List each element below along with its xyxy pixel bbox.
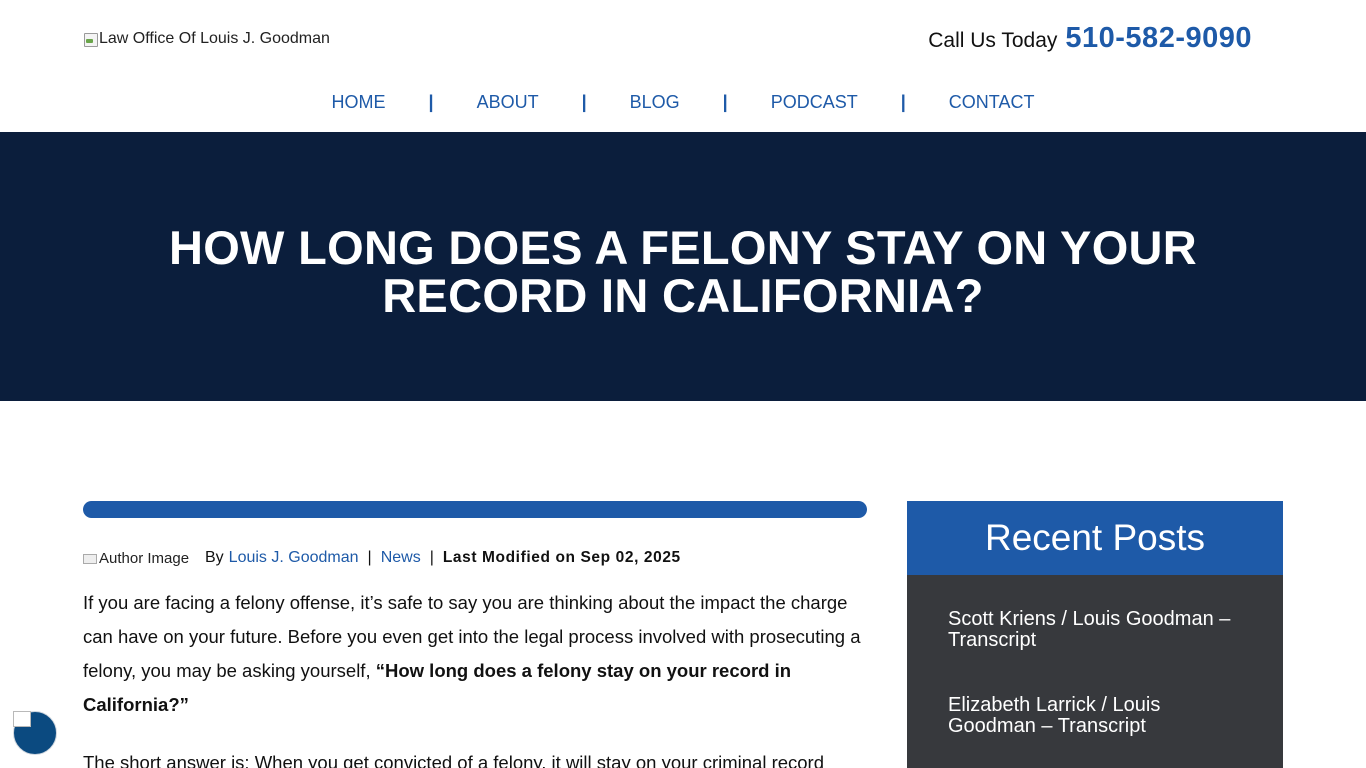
meta-separator: | xyxy=(367,549,372,566)
article: Author Image By Louis J. Goodman | News … xyxy=(83,501,867,768)
nav-separator: | xyxy=(428,91,434,112)
nav-about[interactable]: ABOUT xyxy=(477,92,539,113)
hero-banner: HOW LONG DOES A FELONY STAY ON YOUR RECO… xyxy=(0,132,1366,401)
nav-contact[interactable]: CONTACT xyxy=(949,92,1035,113)
author-link[interactable]: Louis J. Goodman xyxy=(229,549,359,567)
broken-image-icon xyxy=(83,31,98,47)
short-answer-paragraph: The short answer is: When you get convic… xyxy=(83,752,825,768)
article-meta: Author Image By Louis J. Goodman | News … xyxy=(83,548,867,568)
nav-podcast[interactable]: PODCAST xyxy=(771,92,858,113)
nav-separator: | xyxy=(581,91,587,112)
page-title: HOW LONG DOES A FELONY STAY ON YOUR RECO… xyxy=(168,220,1198,322)
article-top-bar xyxy=(83,501,867,518)
sidebar-list: Scott Kriens / Louis Goodman – Transcrip… xyxy=(907,575,1283,768)
meta-separator: | xyxy=(429,549,434,566)
logo-alt-text: Law Office Of Louis J. Goodman xyxy=(99,30,330,47)
nav-separator: | xyxy=(900,91,906,112)
sidebar-recent-posts: Recent Posts Scott Kriens / Louis Goodma… xyxy=(907,501,1283,768)
site-header: Law Office Of Louis J. Goodman Call Us T… xyxy=(0,0,1366,132)
site-logo[interactable]: Law Office Of Louis J. Goodman xyxy=(83,30,330,48)
nav-separator: | xyxy=(722,91,728,112)
sidebar-header: Recent Posts xyxy=(907,501,1283,575)
main-nav: HOME | ABOUT | BLOG | PODCAST | CONTACT xyxy=(0,88,1366,116)
intro-paragraph: If you are facing a felony offense, it’s… xyxy=(83,586,867,722)
call-us: Call Us Today 510-582-9090 xyxy=(928,22,1252,55)
recent-post-link[interactable]: Elizabeth Larrick / Louis Goodman – Tran… xyxy=(948,695,1253,737)
page: Law Office Of Louis J. Goodman Call Us T… xyxy=(0,0,1366,768)
by-label: By xyxy=(205,549,224,566)
author-image-alt: Author Image xyxy=(99,550,190,566)
recent-post-link[interactable]: Scott Kriens / Louis Goodman – Transcrip… xyxy=(948,609,1253,651)
nav-home[interactable]: HOME xyxy=(332,92,386,113)
category-link[interactable]: News xyxy=(381,549,421,567)
author-image: Author Image xyxy=(83,550,199,566)
last-modified: Last Modified on Sep 02, 2025 xyxy=(442,549,681,566)
broken-image-icon xyxy=(83,553,97,564)
nav-blog[interactable]: BLOG xyxy=(630,92,680,113)
call-label: Call Us Today xyxy=(928,29,1058,52)
sidebar-title: Recent Posts xyxy=(984,517,1206,558)
phone-link[interactable]: 510-582-9090 xyxy=(1065,22,1252,55)
accessibility-icon[interactable] xyxy=(13,711,57,755)
